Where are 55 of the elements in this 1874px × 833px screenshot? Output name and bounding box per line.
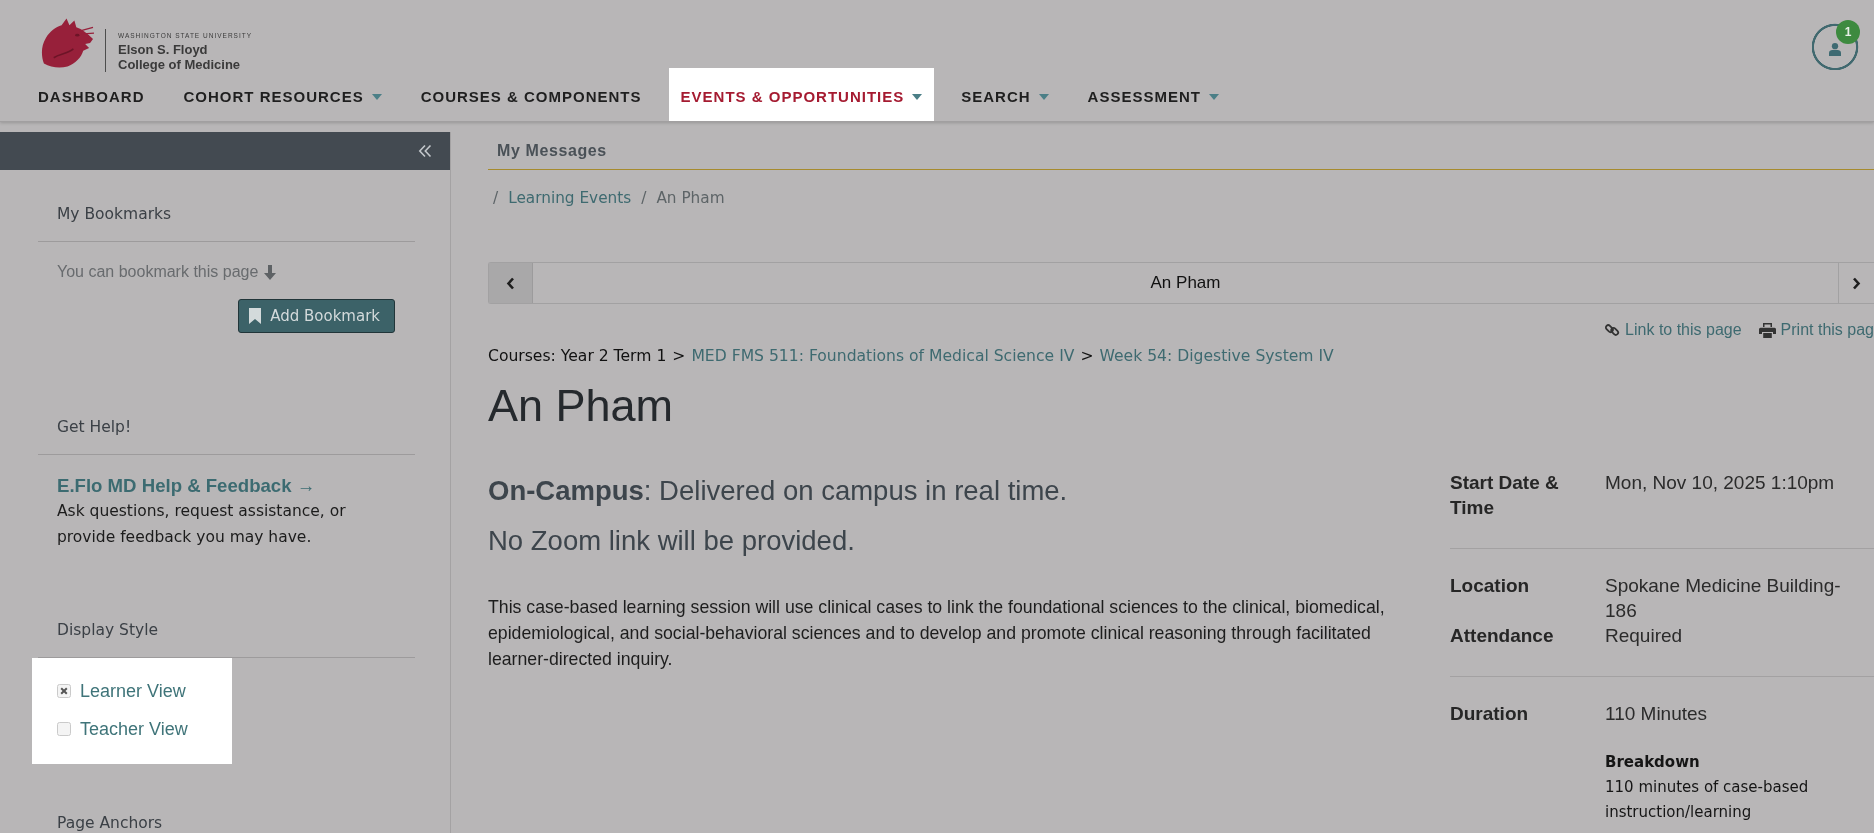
bookmark-hint: You can bookmark this page <box>57 262 259 282</box>
course-path-text: Courses: Year 2 Term 1 <box>488 346 667 367</box>
breadcrumb-separator: / <box>641 188 647 209</box>
arrow-down-icon <box>263 264 278 280</box>
page-title: An Pham <box>488 381 674 431</box>
section-title: My Bookmarks <box>57 204 172 225</box>
path-separator: > <box>672 346 686 367</box>
link-to-page-link[interactable]: Link to this page <box>1604 319 1742 341</box>
detail-value: Mon, Nov 10, 2025 1:10pm <box>1605 471 1835 495</box>
description-text: This case-based learning session will use clinical cases to link the foundational sciences to the clinical, biomedical, epidemiological, and social-behavioral sciences and to develop and promote clinical reasoning through facilitated learner-directed inquiry. <box>488 596 1386 671</box>
breadcrumb-link[interactable]: Learning Events <box>508 187 632 209</box>
breadcrumb-current: An Pham <box>656 188 725 209</box>
nav-item[interactable]: ASSESSMENT <box>1075 68 1231 121</box>
print-page-link[interactable]: Print this pag <box>1758 319 1874 341</box>
printer-icon <box>1758 322 1776 338</box>
section-title: Page Anchors <box>57 813 163 833</box>
detail-label: Duration <box>1450 702 1529 726</box>
breadcrumb-separator: / <box>493 188 499 209</box>
chevron-right-icon <box>1852 276 1861 290</box>
checkbox[interactable] <box>57 684 71 698</box>
account-button[interactable]: 1 <box>1812 20 1860 70</box>
detail-label: Location <box>1450 574 1530 598</box>
nav-item[interactable]: COURSES & COMPONENTS <box>408 68 654 121</box>
nav-item[interactable]: EVENTS & OPPORTUNITIES <box>668 68 935 121</box>
detail-value: 110 Minutes <box>1605 702 1708 726</box>
link-icon <box>1604 322 1621 338</box>
delivery-text: On-Campus: Delivered on campus in real time. <box>488 474 1068 508</box>
course-link[interactable]: MED FMS 511: Foundations of Medical Science IV <box>691 345 1075 367</box>
pager-title: An Pham <box>1150 273 1221 293</box>
cougar-logo-icon <box>40 18 94 68</box>
college-name-line: Elson S. Floyd <box>118 41 208 57</box>
help-text: Ask questions, request assistance, or provide feedback you may have. <box>57 501 347 548</box>
person-icon <box>1829 42 1841 56</box>
bookmark-icon <box>249 308 262 324</box>
add-bookmark-button[interactable]: Add Bookmark <box>238 299 395 333</box>
checkbox-label[interactable]: Teacher View <box>80 718 188 740</box>
nav-item[interactable]: SEARCH <box>949 68 1061 121</box>
help-link[interactable]: E.Flo MD Help & Feedback → <box>57 474 316 498</box>
section-title: Get Help! <box>57 417 132 438</box>
chevron-left-icon <box>506 276 515 290</box>
checkbox[interactable] <box>57 722 71 736</box>
detail-label: Start Date & Time <box>1450 471 1560 520</box>
zoom-note: No Zoom link will be provided. <box>488 524 855 558</box>
detail-label: Attendance <box>1450 624 1554 648</box>
messages-tab[interactable]: My Messages <box>497 142 607 159</box>
section-title: Display Style <box>57 620 158 641</box>
notification-badge: 1 <box>1836 20 1860 44</box>
detail-value: Required <box>1605 624 1683 648</box>
path-separator: > <box>1080 346 1094 367</box>
breakdown-text: 110 minutes of case-based instruction/learning <box>1605 777 1810 823</box>
checkbox-label[interactable]: Learner View <box>80 680 186 702</box>
course-link[interactable]: Week 54: Digestive System IV <box>1099 345 1334 367</box>
double-chevron-left-icon[interactable] <box>418 144 432 158</box>
breakdown-title: Breakdown <box>1605 752 1700 773</box>
detail-value: Spokane Medicine Building-186 <box>1605 574 1842 623</box>
